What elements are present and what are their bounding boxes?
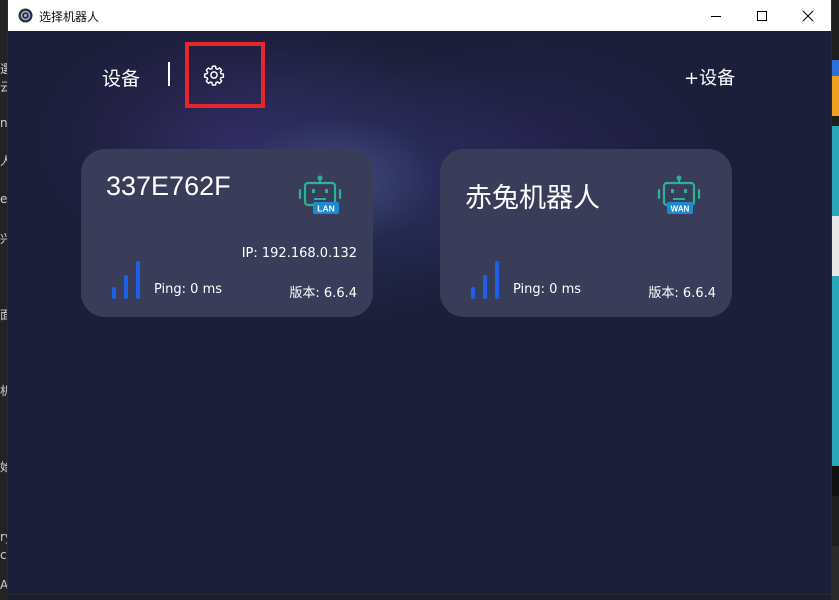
device-name: 337E762F [106,171,231,201]
device-ping: Ping: 0 ms [154,282,223,297]
signal-strength-icon [112,261,140,299]
add-device-button[interactable]: +设备 [684,64,735,90]
background-window-left: 選 云 ne 人 e 兴 面 机 始 ry c A [0,0,8,600]
background-window-right [831,0,839,600]
close-icon [802,10,814,21]
device-name: 赤兔机器人 [465,183,600,213]
close-button[interactable] [785,0,831,31]
maximize-button[interactable] [739,0,785,31]
gear-icon [203,65,225,86]
minimize-icon [711,15,721,17]
robot-selection-window: 选择机器人 设备 +设备 337E762F LAN IP: 192.168.0.… [8,0,831,594]
minimize-button[interactable] [693,0,739,31]
main-content: 设备 +设备 337E762F LAN IP: 192.168.0.132 Pi… [8,31,831,594]
maximize-icon [757,10,767,21]
robot-icon: LAN [298,175,342,214]
nav-divider [168,62,170,86]
device-ip: IP: 192.168.0.132 [241,246,357,261]
settings-button[interactable] [201,62,227,88]
device-ping: Ping: 0 ms [513,282,582,297]
window-title: 选择机器人 [39,10,100,24]
signal-strength-icon [471,261,499,299]
device-card[interactable]: 赤兔机器人 WAN Ping: 0 ms 版本: 6.6.4 [440,149,732,317]
connection-badge: LAN [317,204,334,214]
device-version: 版本: 6.6.4 [289,286,357,301]
devices-tab[interactable]: 设备 [102,64,140,91]
device-version: 版本: 6.6.4 [648,286,716,301]
device-card[interactable]: 337E762F LAN IP: 192.168.0.132 Ping: 0 m… [81,149,373,317]
robot-icon: WAN [657,175,701,214]
connection-badge: WAN [671,205,690,214]
app-logo-icon [18,8,33,23]
title-bar: 选择机器人 [8,0,831,31]
